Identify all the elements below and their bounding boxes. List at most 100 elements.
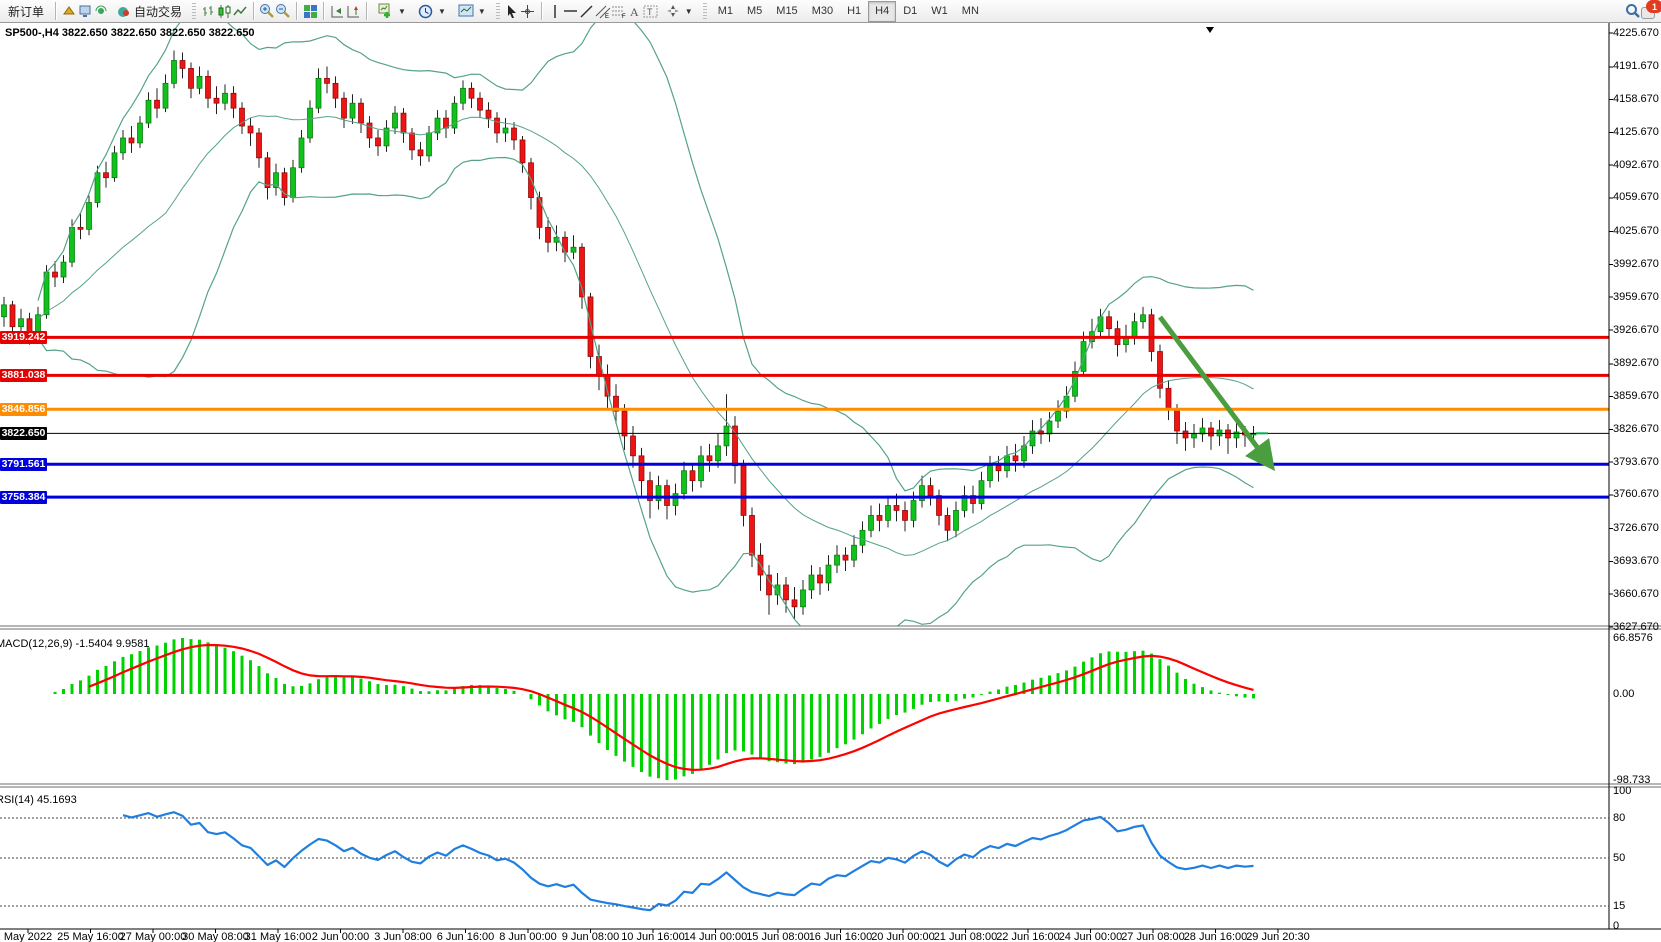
timeframe-m30[interactable]: M30 bbox=[805, 1, 840, 22]
bar-chart-icon[interactable] bbox=[200, 3, 216, 19]
candle-up bbox=[1141, 315, 1146, 322]
price-tick-label: 4158.670 bbox=[1613, 93, 1659, 106]
candle-down bbox=[1226, 430, 1231, 438]
terminal-icon[interactable] bbox=[77, 3, 93, 19]
candle-up bbox=[197, 76, 202, 88]
toolbar-grip[interactable] bbox=[496, 3, 500, 19]
price-tick-label: 4225.670 bbox=[1613, 27, 1659, 40]
candle-down bbox=[367, 123, 372, 138]
auto-trading-button[interactable]: 自动交易 bbox=[109, 1, 188, 22]
candle-down bbox=[1166, 388, 1171, 410]
candle-up bbox=[979, 481, 984, 504]
rsi-axis-label: 50 bbox=[1613, 852, 1625, 865]
candle-up bbox=[1047, 421, 1052, 434]
candle-up bbox=[826, 565, 831, 583]
bollinger-middle-band bbox=[38, 116, 1254, 556]
candle-up bbox=[61, 262, 66, 277]
macd-axis-label: 0.00 bbox=[1613, 688, 1634, 701]
chart-area[interactable]: SP500-,H4 3822.650 3822.650 3822.650 382… bbox=[0, 23, 1661, 942]
clock-icon bbox=[418, 3, 434, 19]
candle-up bbox=[121, 138, 126, 153]
timeframe-d1[interactable]: D1 bbox=[896, 1, 924, 22]
timeframe-m15[interactable]: M15 bbox=[769, 1, 804, 22]
zoom-in-icon[interactable] bbox=[259, 3, 275, 19]
vertical-line-icon[interactable] bbox=[547, 3, 563, 19]
text-label-icon[interactable]: T bbox=[643, 3, 659, 19]
candle-up bbox=[291, 168, 296, 198]
candle-up bbox=[172, 60, 177, 83]
price-tick-label: 3892.670 bbox=[1613, 357, 1659, 370]
equidistant-channel-icon[interactable]: E bbox=[595, 3, 611, 19]
price-line-badge: 3919.242 bbox=[0, 331, 47, 344]
notifications-button[interactable]: 1 bbox=[1641, 3, 1659, 19]
chart-canvas[interactable] bbox=[0, 23, 1661, 942]
new-chart-button[interactable]: ▼ bbox=[372, 1, 412, 22]
cursor-icon[interactable] bbox=[504, 3, 520, 19]
new-order-button[interactable]: 新订单 bbox=[2, 1, 50, 22]
chart-symbol-title: SP500-,H4 3822.650 3822.650 3822.650 382… bbox=[5, 27, 255, 39]
time-tick-label: 6 Jun 16:00 bbox=[437, 931, 495, 942]
candle-down bbox=[707, 456, 712, 461]
crosshair-icon[interactable] bbox=[520, 3, 536, 19]
templates-button[interactable]: ▼ bbox=[452, 1, 492, 22]
toolbar-grip[interactable] bbox=[192, 3, 196, 19]
candle-down bbox=[512, 128, 517, 140]
timeframe-w1[interactable]: W1 bbox=[924, 1, 955, 22]
trendline-icon[interactable] bbox=[579, 3, 595, 19]
timeframe-h1[interactable]: H1 bbox=[840, 1, 868, 22]
time-tick-label: 8 Jun 00:00 bbox=[499, 931, 557, 942]
price-tick-label: 4092.670 bbox=[1613, 159, 1659, 172]
toolbar-grip[interactable] bbox=[703, 3, 707, 19]
candle-down bbox=[104, 173, 109, 178]
time-tick-label: 30 May 08:00 bbox=[182, 931, 249, 942]
price-tick-label: 3693.670 bbox=[1613, 555, 1659, 568]
rsi-line bbox=[123, 812, 1254, 910]
auto-scroll-icon[interactable] bbox=[329, 3, 345, 19]
candle-up bbox=[716, 446, 721, 461]
main-pane[interactable] bbox=[0, 23, 1609, 652]
timeframe-h4[interactable]: H4 bbox=[868, 1, 896, 22]
svg-text:E: E bbox=[605, 14, 609, 19]
timeframe-m1[interactable]: M1 bbox=[711, 1, 740, 22]
arrows-button[interactable]: ▼ bbox=[659, 1, 699, 22]
candle-down bbox=[750, 515, 755, 555]
search-icon[interactable] bbox=[1625, 3, 1641, 19]
candle-down bbox=[27, 319, 32, 332]
bollinger-upper-band bbox=[38, 23, 1254, 491]
candle-down bbox=[155, 100, 160, 108]
price-tick-label: 3826.670 bbox=[1613, 423, 1659, 436]
candle-down bbox=[495, 118, 500, 133]
candle-down bbox=[903, 510, 908, 520]
timeframe-m5[interactable]: M5 bbox=[740, 1, 769, 22]
trend-arrow-annotation bbox=[1160, 317, 1272, 467]
chart-shift-icon[interactable] bbox=[345, 3, 361, 19]
gold-chart-icon[interactable] bbox=[61, 3, 77, 19]
signal-icon[interactable] bbox=[93, 3, 109, 19]
candle-down bbox=[877, 515, 882, 520]
timeframe-mn[interactable]: MN bbox=[955, 1, 986, 22]
candle-down bbox=[478, 98, 483, 110]
candle-down bbox=[996, 466, 1001, 471]
price-tick-label: 4059.670 bbox=[1613, 191, 1659, 204]
rsi-pane[interactable] bbox=[0, 812, 1609, 910]
zoom-out-icon[interactable] bbox=[275, 3, 291, 19]
periods-button[interactable]: ▼ bbox=[412, 1, 452, 22]
tile-windows-icon[interactable] bbox=[302, 3, 318, 19]
arrows-icon bbox=[665, 3, 681, 19]
macd-pane[interactable] bbox=[55, 638, 1254, 780]
candle-down bbox=[784, 585, 789, 600]
time-tick-label: 15 Jun 08:00 bbox=[746, 931, 810, 942]
horizontal-line-icon[interactable] bbox=[563, 3, 579, 19]
dropdown-caret: ▼ bbox=[438, 7, 446, 16]
candle-up bbox=[393, 113, 398, 128]
candlestick-chart-icon[interactable] bbox=[216, 3, 232, 19]
candle-up bbox=[503, 128, 508, 133]
fibonacci-icon[interactable]: F bbox=[611, 3, 627, 19]
toolbar-separator bbox=[541, 2, 542, 20]
rsi-indicator-label: RSI(14) 45.1693 bbox=[0, 794, 77, 807]
line-chart-icon[interactable] bbox=[232, 3, 248, 19]
time-tick-label: 29 Jun 20:30 bbox=[1246, 931, 1310, 942]
text-icon[interactable]: A bbox=[627, 3, 643, 19]
rsi-axis-label: 80 bbox=[1613, 812, 1625, 825]
candle-down bbox=[945, 515, 950, 530]
